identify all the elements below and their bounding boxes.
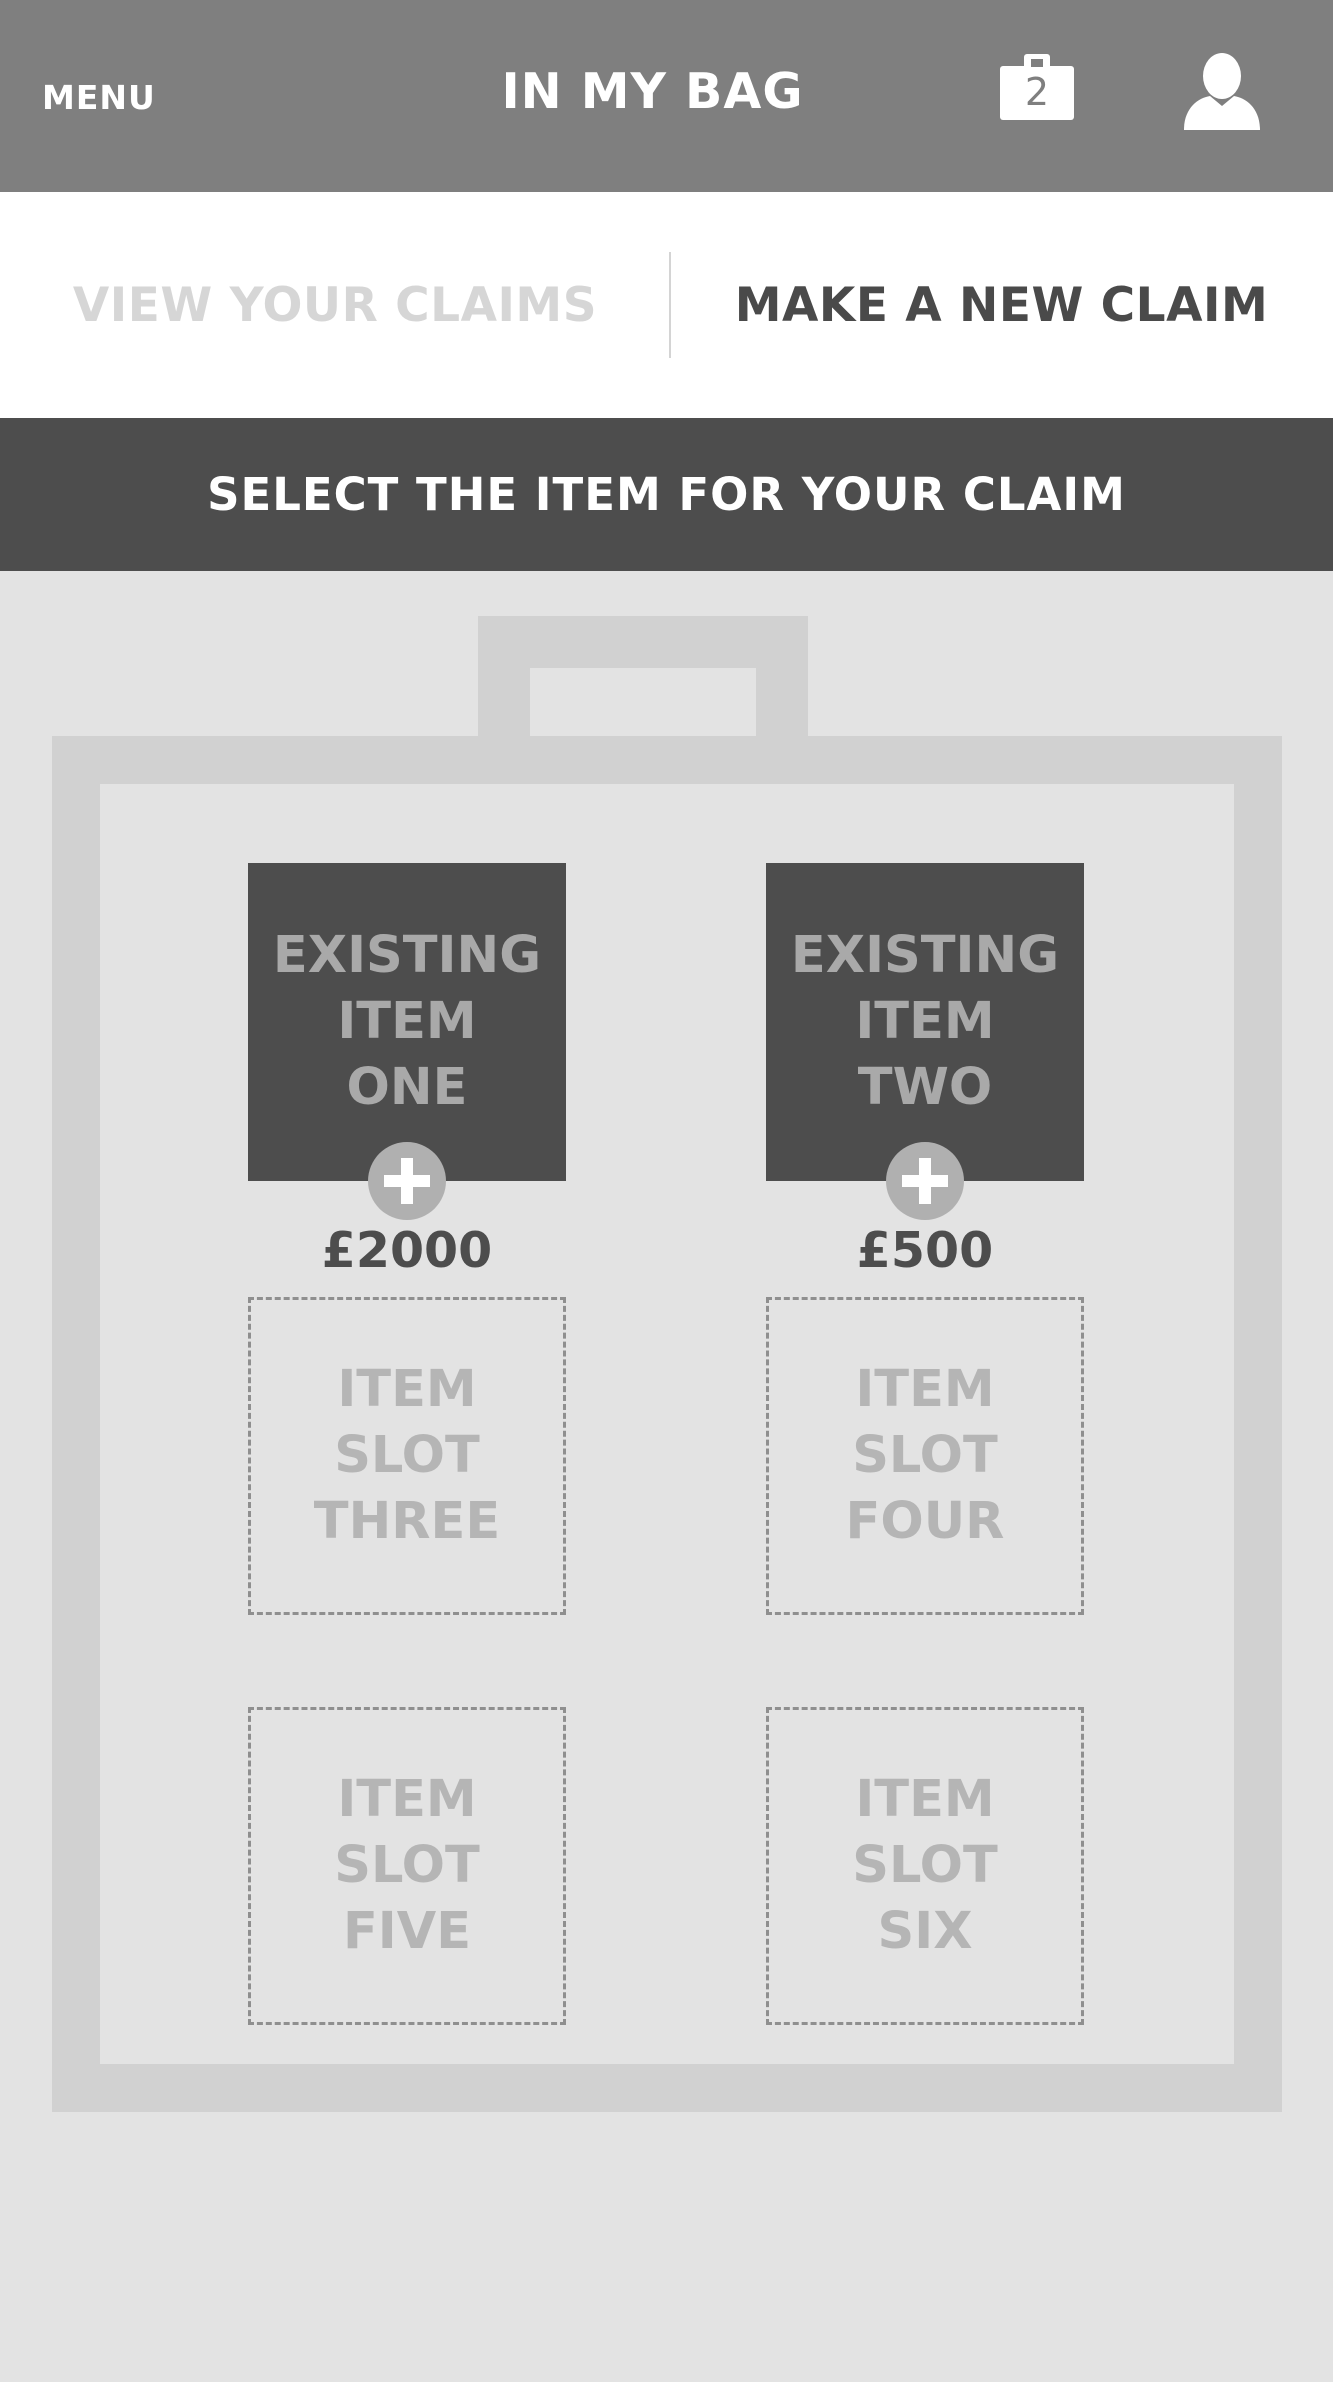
item-label-line: SLOT xyxy=(334,1836,480,1895)
item-slot-six[interactable]: ITEM SLOT SIX xyxy=(766,1707,1084,2025)
item-label-line: FOUR xyxy=(845,1492,1005,1551)
item-slot-three[interactable]: ITEM SLOT THREE xyxy=(248,1297,566,1615)
item-label-line: SIX xyxy=(877,1902,973,1961)
item-existing-one[interactable]: EXISTING ITEM ONE xyxy=(248,863,566,1181)
item-label-line: ITEM xyxy=(337,1770,477,1829)
item-label-line: ITEM xyxy=(855,992,995,1051)
item-label-line: ITEM xyxy=(855,1360,995,1419)
plus-icon xyxy=(902,1158,948,1204)
user-icon[interactable] xyxy=(1184,52,1260,130)
item-label-line: THREE xyxy=(313,1492,501,1551)
item-label-line: SLOT xyxy=(334,1426,480,1485)
claims-tabs: VIEW YOUR CLAIMS MAKE A NEW CLAIM xyxy=(0,192,1333,418)
item-slot-four[interactable]: ITEM SLOT FOUR xyxy=(766,1297,1084,1615)
instruction-banner: SELECT THE ITEM FOR YOUR CLAIM xyxy=(0,418,1333,571)
item-existing-two[interactable]: EXISTING ITEM TWO xyxy=(766,863,1084,1181)
plus-icon xyxy=(384,1158,430,1204)
item-label-line: TWO xyxy=(857,1058,993,1117)
add-item-two-button[interactable] xyxy=(886,1142,964,1220)
tab-view-your-claims[interactable]: VIEW YOUR CLAIMS xyxy=(0,192,670,418)
item-label-line: ITEM xyxy=(337,992,477,1051)
bag-handle-graphic xyxy=(478,616,808,748)
item-label-line: SLOT xyxy=(852,1426,998,1485)
item-label-line: ONE xyxy=(346,1058,468,1117)
bag-count-badge: 2 xyxy=(1024,70,1050,114)
bag-body-graphic xyxy=(52,736,1282,2112)
item-label-line: EXISTING xyxy=(272,926,542,985)
item-label-line: EXISTING xyxy=(790,926,1060,985)
item-label-line: FIVE xyxy=(342,1902,472,1961)
item-label-line: ITEM xyxy=(337,1360,477,1419)
item-one-price: £2000 xyxy=(321,1222,493,1279)
tab-make-a-new-claim[interactable]: MAKE A NEW CLAIM xyxy=(670,192,1333,418)
page-title: IN MY BAG xyxy=(501,63,804,120)
item-slot-five[interactable]: ITEM SLOT FIVE xyxy=(248,1707,566,2025)
item-label-line: ITEM xyxy=(855,1770,995,1829)
app-header: MENU IN MY BAG 2 xyxy=(0,0,1333,192)
item-label-line: SLOT xyxy=(852,1836,998,1895)
item-two-price: £500 xyxy=(856,1222,994,1279)
add-item-one-button[interactable] xyxy=(368,1142,446,1220)
